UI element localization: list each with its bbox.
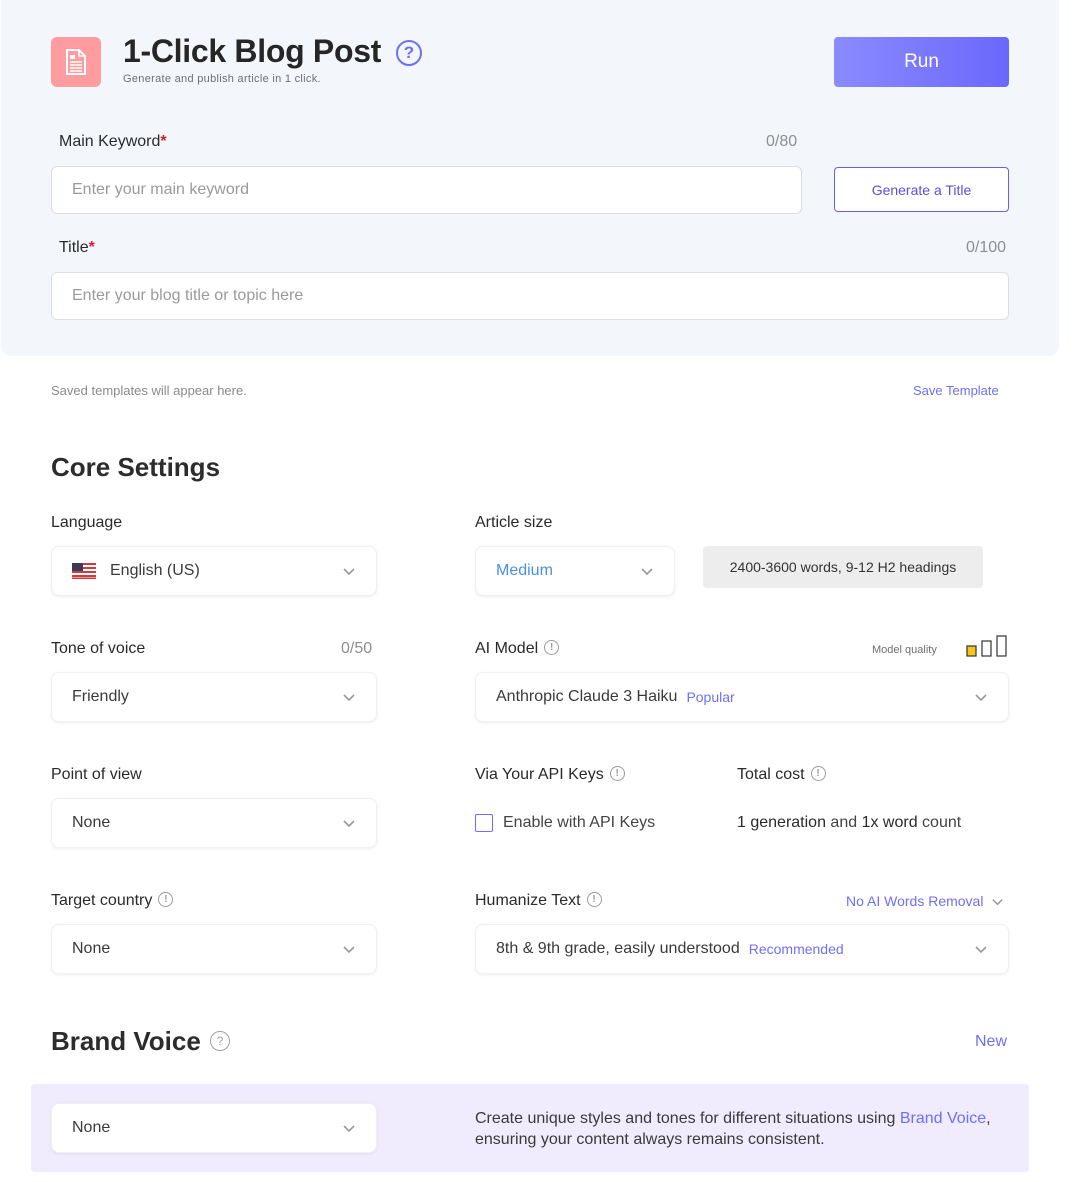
save-template-link[interactable]: Save Template xyxy=(913,383,999,398)
main-keyword-counter: 0/80 xyxy=(766,133,798,150)
recommended-tag: Recommended xyxy=(748,941,844,957)
target-country-value: None xyxy=(72,940,111,957)
us-flag-icon xyxy=(72,563,96,579)
model-quality-label: Model quality xyxy=(872,644,937,656)
main-keyword-label-text: Main Keyword xyxy=(59,133,161,150)
humanize-value: 8th & 9th grade, easily understood xyxy=(496,940,740,957)
title-label: Title* xyxy=(59,239,95,257)
api-keys-label: Via Your API Keys! xyxy=(475,766,625,784)
ai-model-label: AI Model! xyxy=(475,640,560,658)
point-of-view-select[interactable]: None xyxy=(51,798,377,848)
info-icon[interactable]: ! xyxy=(544,640,560,656)
article-size-value: Medium xyxy=(496,562,553,579)
popular-tag: Popular xyxy=(686,689,735,705)
chevron-down-icon xyxy=(343,820,355,828)
humanize-label-text: Humanize Text xyxy=(475,892,581,909)
question-circle-icon[interactable]: ? xyxy=(210,1031,230,1051)
target-country-label-text: Target country xyxy=(51,892,153,909)
chevron-down-icon xyxy=(975,694,987,702)
info-icon[interactable]: ! xyxy=(586,892,602,908)
point-of-view-value: None xyxy=(72,814,111,831)
quality-bar-3 xyxy=(996,635,1007,657)
brand-voice-description: Create unique styles and tones for diffe… xyxy=(475,1108,995,1150)
generation-count: 1 generation xyxy=(737,814,826,831)
ai-words-removal-dropdown[interactable]: No AI Words Removal xyxy=(846,893,1004,909)
ai-model-label-text: AI Model xyxy=(475,640,539,657)
ai-words-removal-label: No AI Words Removal xyxy=(846,893,984,909)
language-label: Language xyxy=(51,514,123,531)
chevron-down-icon xyxy=(343,694,355,702)
brand-voice-value: None xyxy=(72,1119,111,1136)
api-keys-checkbox[interactable] xyxy=(475,814,493,832)
article-size-select[interactable]: Medium xyxy=(475,546,675,596)
core-settings-title: Core Settings xyxy=(51,452,221,482)
cost-and: and xyxy=(825,814,862,831)
brand-voice-link[interactable]: Brand Voice xyxy=(900,1110,986,1127)
model-quality-bars xyxy=(966,635,1007,657)
new-brand-voice-link[interactable]: New xyxy=(975,1033,1007,1051)
chevron-down-icon xyxy=(343,946,355,954)
humanize-label: Humanize Text! xyxy=(475,892,602,910)
info-icon[interactable]: ! xyxy=(609,766,625,782)
question-circle-icon[interactable]: ? xyxy=(396,40,422,66)
chevron-down-icon xyxy=(975,946,987,954)
target-country-label: Target country! xyxy=(51,892,174,910)
main-keyword-input[interactable] xyxy=(51,166,802,214)
total-cost-label-text: Total cost xyxy=(737,766,805,783)
language-select[interactable]: English (US) xyxy=(51,546,377,596)
tone-select[interactable]: Friendly xyxy=(51,672,377,722)
tone-value: Friendly xyxy=(72,688,129,705)
brand-voice-desc-before: Create unique styles and tones for diffe… xyxy=(475,1110,900,1127)
humanize-select[interactable]: 8th & 9th grade, easily understood Recom… xyxy=(475,924,1009,974)
info-icon[interactable]: ! xyxy=(158,892,174,908)
brand-voice-title: Brand Voice xyxy=(51,1026,201,1056)
generate-title-button[interactable]: Generate a Title xyxy=(834,167,1009,212)
main-keyword-label: Main Keyword* xyxy=(59,133,167,151)
title-label-text: Title xyxy=(59,239,89,256)
ai-model-select[interactable]: Anthropic Claude 3 Haiku Popular xyxy=(475,672,1009,722)
run-button[interactable]: Run xyxy=(834,37,1009,87)
tone-label: Tone of voice xyxy=(51,640,146,657)
language-value: English (US) xyxy=(110,562,200,579)
word-multiplier: 1x word xyxy=(861,814,918,831)
title-input[interactable] xyxy=(51,272,1009,320)
total-cost-label: Total cost! xyxy=(737,766,826,784)
page-subtitle: Generate and publish article in 1 click. xyxy=(123,73,321,85)
app-icon xyxy=(51,37,101,87)
article-size-label: Article size xyxy=(475,514,553,531)
api-keys-checkbox-label[interactable]: Enable with API Keys xyxy=(503,814,655,832)
brand-voice-select[interactable]: None xyxy=(51,1103,377,1153)
document-icon xyxy=(66,49,86,75)
chevron-down-icon xyxy=(992,898,1004,905)
total-cost-value: 1 generation and 1x word count xyxy=(737,814,961,832)
article-size-info: 2400-3600 words, 9-12 H2 headings xyxy=(703,546,983,588)
point-of-view-label: Point of view xyxy=(51,766,142,783)
required-mark: * xyxy=(88,239,95,256)
required-mark: * xyxy=(160,133,167,150)
api-keys-label-text: Via Your API Keys xyxy=(475,766,604,783)
saved-templates-hint: Saved templates will appear here. xyxy=(51,383,247,398)
chevron-down-icon xyxy=(641,568,653,576)
cost-suffix: count xyxy=(917,814,962,831)
chevron-down-icon xyxy=(343,1125,355,1133)
title-counter: 0/100 xyxy=(966,239,1007,256)
chevron-down-icon xyxy=(343,568,355,576)
page-title: 1-Click Blog Post xyxy=(123,33,382,69)
target-country-select[interactable]: None xyxy=(51,924,377,974)
ai-model-value: Anthropic Claude 3 Haiku xyxy=(496,688,678,705)
tone-counter: 0/50 xyxy=(341,640,373,657)
quality-bar-2 xyxy=(981,640,992,657)
quality-bar-1 xyxy=(966,645,977,657)
info-icon[interactable]: ! xyxy=(810,766,826,782)
